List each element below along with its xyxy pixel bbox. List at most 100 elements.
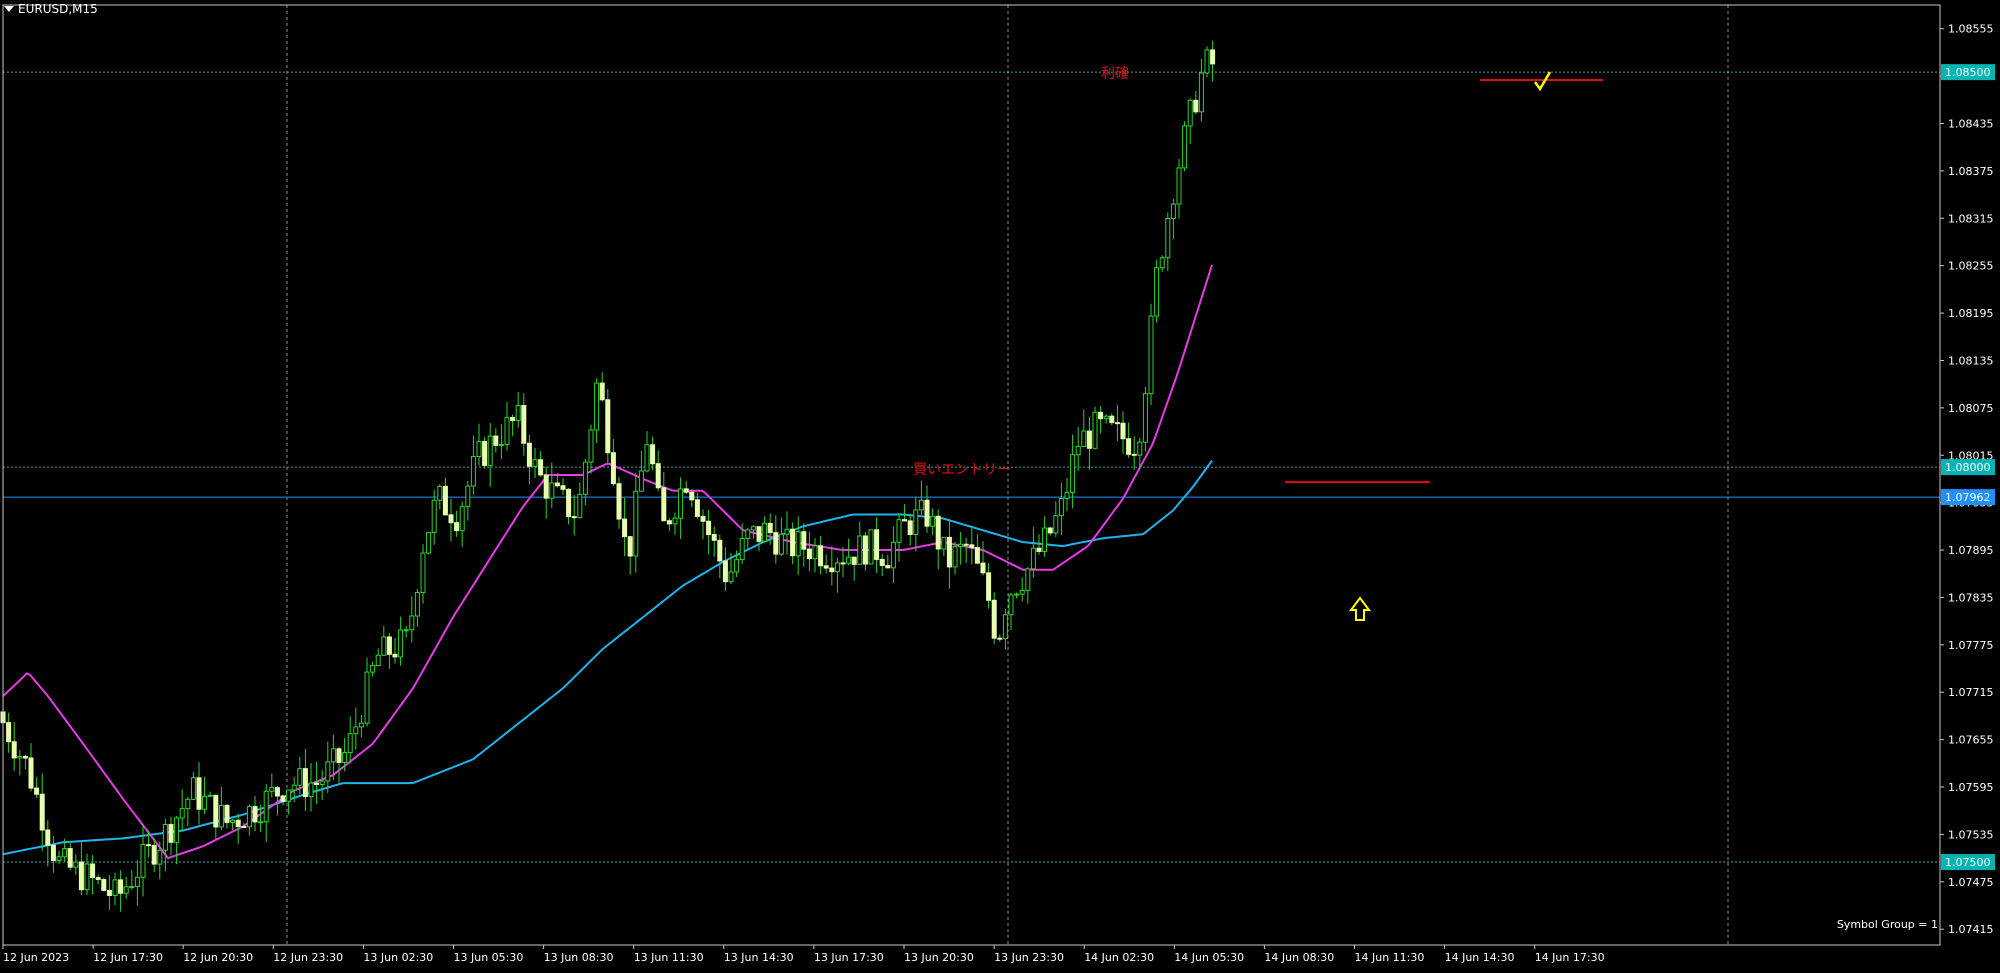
candle-body[interactable] xyxy=(963,543,969,546)
candle-body[interactable] xyxy=(347,733,353,753)
candle-body[interactable] xyxy=(913,509,919,535)
candle-body[interactable] xyxy=(1142,393,1148,443)
candle-body[interactable] xyxy=(157,849,163,865)
candle-body[interactable] xyxy=(213,794,219,828)
candle-body[interactable] xyxy=(986,572,992,601)
candle-body[interactable] xyxy=(627,536,633,557)
candle-body[interactable] xyxy=(358,722,364,728)
candle-body[interactable] xyxy=(470,456,476,487)
candle-body[interactable] xyxy=(162,824,168,851)
candle-body[interactable] xyxy=(1114,422,1120,425)
candle-body[interactable] xyxy=(616,483,622,520)
candle-body[interactable] xyxy=(829,567,835,573)
candle-body[interactable] xyxy=(1030,547,1036,570)
candle-body[interactable] xyxy=(1064,491,1070,499)
candle-body[interactable] xyxy=(549,482,555,499)
candle-body[interactable] xyxy=(1193,99,1199,113)
candle-body[interactable] xyxy=(140,844,146,878)
candle-body[interactable] xyxy=(560,485,566,490)
candle-body[interactable] xyxy=(375,654,381,667)
candle-body[interactable] xyxy=(190,777,196,800)
candle-body[interactable] xyxy=(739,538,745,561)
candle-body[interactable] xyxy=(997,637,1003,640)
candle-body[interactable] xyxy=(196,777,202,810)
candle-body[interactable] xyxy=(202,795,208,810)
candle-body[interactable] xyxy=(437,485,443,501)
candle-body[interactable] xyxy=(185,798,191,810)
candle-body[interactable] xyxy=(134,876,140,887)
candle-body[interactable] xyxy=(246,806,252,828)
candle-body[interactable] xyxy=(610,452,616,485)
candle-body[interactable] xyxy=(235,819,241,827)
candle-body[interactable] xyxy=(459,506,465,532)
candle-body[interactable] xyxy=(241,825,247,828)
candle-body[interactable] xyxy=(291,784,297,791)
candle-body[interactable] xyxy=(846,556,852,564)
candle-body[interactable] xyxy=(67,848,73,868)
candle-body[interactable] xyxy=(123,886,129,894)
candle-body[interactable] xyxy=(431,499,437,534)
candle-body[interactable] xyxy=(28,757,34,789)
candle-body[interactable] xyxy=(1042,527,1048,552)
candle-body[interactable] xyxy=(728,571,734,583)
candle-body[interactable] xyxy=(22,755,28,759)
candle-body[interactable] xyxy=(700,515,706,522)
candle-body[interactable] xyxy=(230,819,236,823)
candle-body[interactable] xyxy=(745,529,751,540)
candle-body[interactable] xyxy=(790,528,796,557)
candle-body[interactable] xyxy=(762,522,768,542)
entry-label[interactable]: 買いエントリー xyxy=(913,462,1011,478)
candle-body[interactable] xyxy=(442,485,448,516)
candle-body[interactable] xyxy=(319,780,325,786)
candle-body[interactable] xyxy=(952,546,958,568)
price-tag-label[interactable]: 1.07500 xyxy=(1945,856,1991,869)
candle-body[interactable] xyxy=(958,543,964,548)
candle-body[interactable] xyxy=(129,885,135,888)
candle-body[interactable] xyxy=(711,534,717,541)
candle-body[interactable] xyxy=(1002,614,1008,640)
candle-body[interactable] xyxy=(78,861,84,891)
candle-body[interactable] xyxy=(308,782,314,798)
candle-body[interactable] xyxy=(1154,267,1160,317)
candle-body[interactable] xyxy=(179,808,185,819)
candle-body[interactable] xyxy=(1131,453,1137,456)
candle-body[interactable] xyxy=(1176,167,1182,205)
candle-body[interactable] xyxy=(801,531,807,550)
candle-body[interactable] xyxy=(666,520,672,525)
candle-body[interactable] xyxy=(330,748,336,763)
candle-body[interactable] xyxy=(857,535,863,565)
candle-body[interactable] xyxy=(588,429,594,463)
candle-body[interactable] xyxy=(392,653,398,658)
candle-body[interactable] xyxy=(885,564,891,569)
candle-body[interactable] xyxy=(935,515,941,550)
candle-body[interactable] xyxy=(218,804,224,828)
candle-body[interactable] xyxy=(39,793,45,831)
candle-body[interactable] xyxy=(1198,72,1204,113)
candle-body[interactable] xyxy=(638,470,644,492)
candle-body[interactable] xyxy=(582,461,588,495)
candle-body[interactable] xyxy=(924,499,930,527)
candle-body[interactable] xyxy=(946,536,952,568)
candle-body[interactable] xyxy=(1075,445,1081,456)
symbol-title[interactable]: EURUSD,M15 xyxy=(4,2,98,16)
candle-body[interactable] xyxy=(672,517,678,525)
candle-body[interactable] xyxy=(515,405,521,421)
candle-body[interactable] xyxy=(263,790,269,823)
candle-body[interactable] xyxy=(510,417,516,421)
candle-body[interactable] xyxy=(448,514,454,524)
candle-body[interactable] xyxy=(650,444,656,465)
candle-body[interactable] xyxy=(56,856,62,861)
candle-body[interactable] xyxy=(476,440,482,458)
candle-body[interactable] xyxy=(409,615,415,631)
candle-body[interactable] xyxy=(678,488,684,519)
candle-body[interactable] xyxy=(890,541,896,569)
candle-body[interactable] xyxy=(1165,217,1171,259)
candle-body[interactable] xyxy=(1081,430,1087,447)
candle-body[interactable] xyxy=(1103,415,1109,420)
candle-body[interactable] xyxy=(784,528,790,535)
candle-body[interactable] xyxy=(1036,547,1042,552)
candle-body[interactable] xyxy=(767,522,773,534)
candle-body[interactable] xyxy=(286,789,292,802)
price-tag-label[interactable]: 1.08000 xyxy=(1945,461,1991,474)
candle-body[interactable] xyxy=(454,522,460,532)
